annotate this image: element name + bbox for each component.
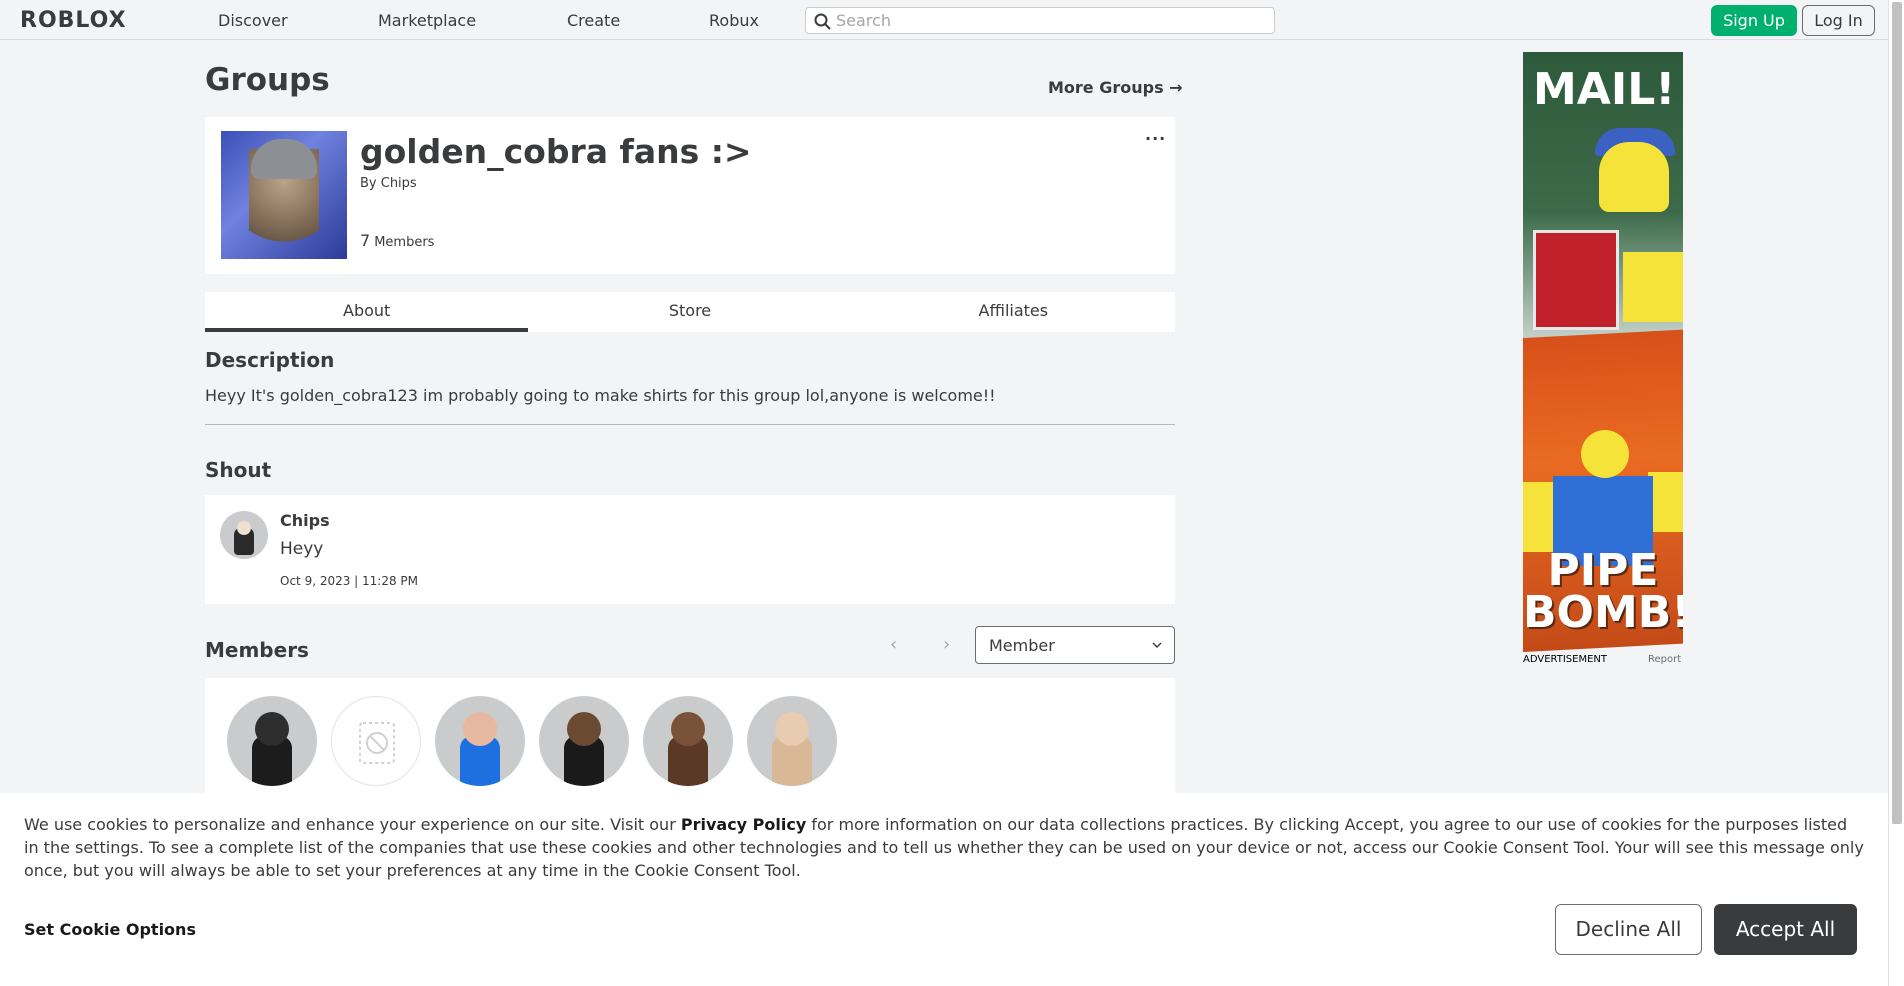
page-title: Groups [205,62,330,98]
nav-discover[interactable]: Discover [218,11,288,30]
nav-robux[interactable]: Robux [709,11,759,30]
shout-heading: Shout [205,458,272,482]
tab-store[interactable]: Store [528,292,851,332]
log-in-button[interactable]: Log In [1802,5,1875,36]
more-options-icon[interactable]: ... [1145,127,1166,143]
sign-up-button[interactable]: Sign Up [1711,5,1797,36]
advertisement[interactable]: MAIL! PIPE BOMB! [1523,52,1683,652]
search-input[interactable] [836,10,1256,31]
members-heading: Members [205,638,309,662]
cookie-text-before: We use cookies to personalize and enhanc… [24,815,681,834]
scrollbar[interactable] [1888,0,1904,986]
group-name: golden_cobra fans :> [360,132,752,171]
nav-create[interactable]: Create [567,11,620,30]
avatar[interactable] [220,511,268,559]
divider [205,424,1175,425]
scrollbar-thumb[interactable] [1892,2,1902,824]
shout-username[interactable]: Chips [280,511,330,530]
decline-all-button[interactable]: Decline All [1555,904,1702,955]
ad-headline-top: MAIL! [1533,64,1676,115]
roblox-logo[interactable]: ROBLOX [20,8,127,33]
chevron-right-icon[interactable]: › [943,634,950,655]
member-count: 7 Members [360,231,434,250]
member-avatar[interactable] [435,696,525,786]
blocked-image-icon [359,722,395,764]
member-count-label: Members [374,235,435,250]
more-groups-link[interactable]: More Groups → [1048,78,1183,97]
cookie-banner: We use cookies to personalize and enhanc… [0,793,1888,986]
advertisement-label: ADVERTISEMENT [1523,654,1608,665]
member-avatar[interactable] [331,696,421,786]
member-avatar[interactable] [747,696,837,786]
search-box [805,7,1275,34]
member-avatar[interactable] [227,696,317,786]
member-count-value: 7 [360,231,371,250]
chevron-left-icon[interactable]: ‹ [890,634,897,655]
accept-all-button[interactable]: Accept All [1714,904,1857,955]
shout-card: Chips Heyy Oct 9, 2023 | 11:28 PM [205,495,1175,604]
group-header-card: golden_cobra fans :> By Chips 7 Members .… [205,117,1175,274]
role-select[interactable]: Member [975,626,1175,664]
members-list [205,678,1175,798]
set-cookie-options-link[interactable]: Set Cookie Options [24,920,196,939]
privacy-policy-link[interactable]: Privacy Policy [681,815,806,834]
top-navigation: ROBLOX Discover Marketplace Create Robux… [0,0,1888,40]
cookie-message: We use cookies to personalize and enhanc… [24,813,1864,882]
role-select-value: Member [989,636,1055,655]
chevron-down-icon [1152,642,1162,649]
group-tabs: About Store Affiliates [205,292,1175,332]
ad-headline-bottom: PIPE BOMB! [1523,545,1683,638]
member-avatar[interactable] [539,696,629,786]
member-avatar[interactable] [643,696,733,786]
search-icon [814,13,831,30]
group-emblem[interactable] [221,131,347,259]
description-heading: Description [205,348,335,372]
shout-message: Heyy [280,539,324,559]
tab-affiliates[interactable]: Affiliates [852,292,1175,332]
ad-report-link[interactable]: Report [1648,654,1681,665]
group-owner[interactable]: By Chips [360,176,417,191]
shout-timestamp: Oct 9, 2023 | 11:28 PM [280,574,419,588]
tab-about[interactable]: About [205,292,529,332]
description-text: Heyy It's golden_cobra123 im probably go… [205,386,996,405]
nav-marketplace[interactable]: Marketplace [378,11,476,30]
